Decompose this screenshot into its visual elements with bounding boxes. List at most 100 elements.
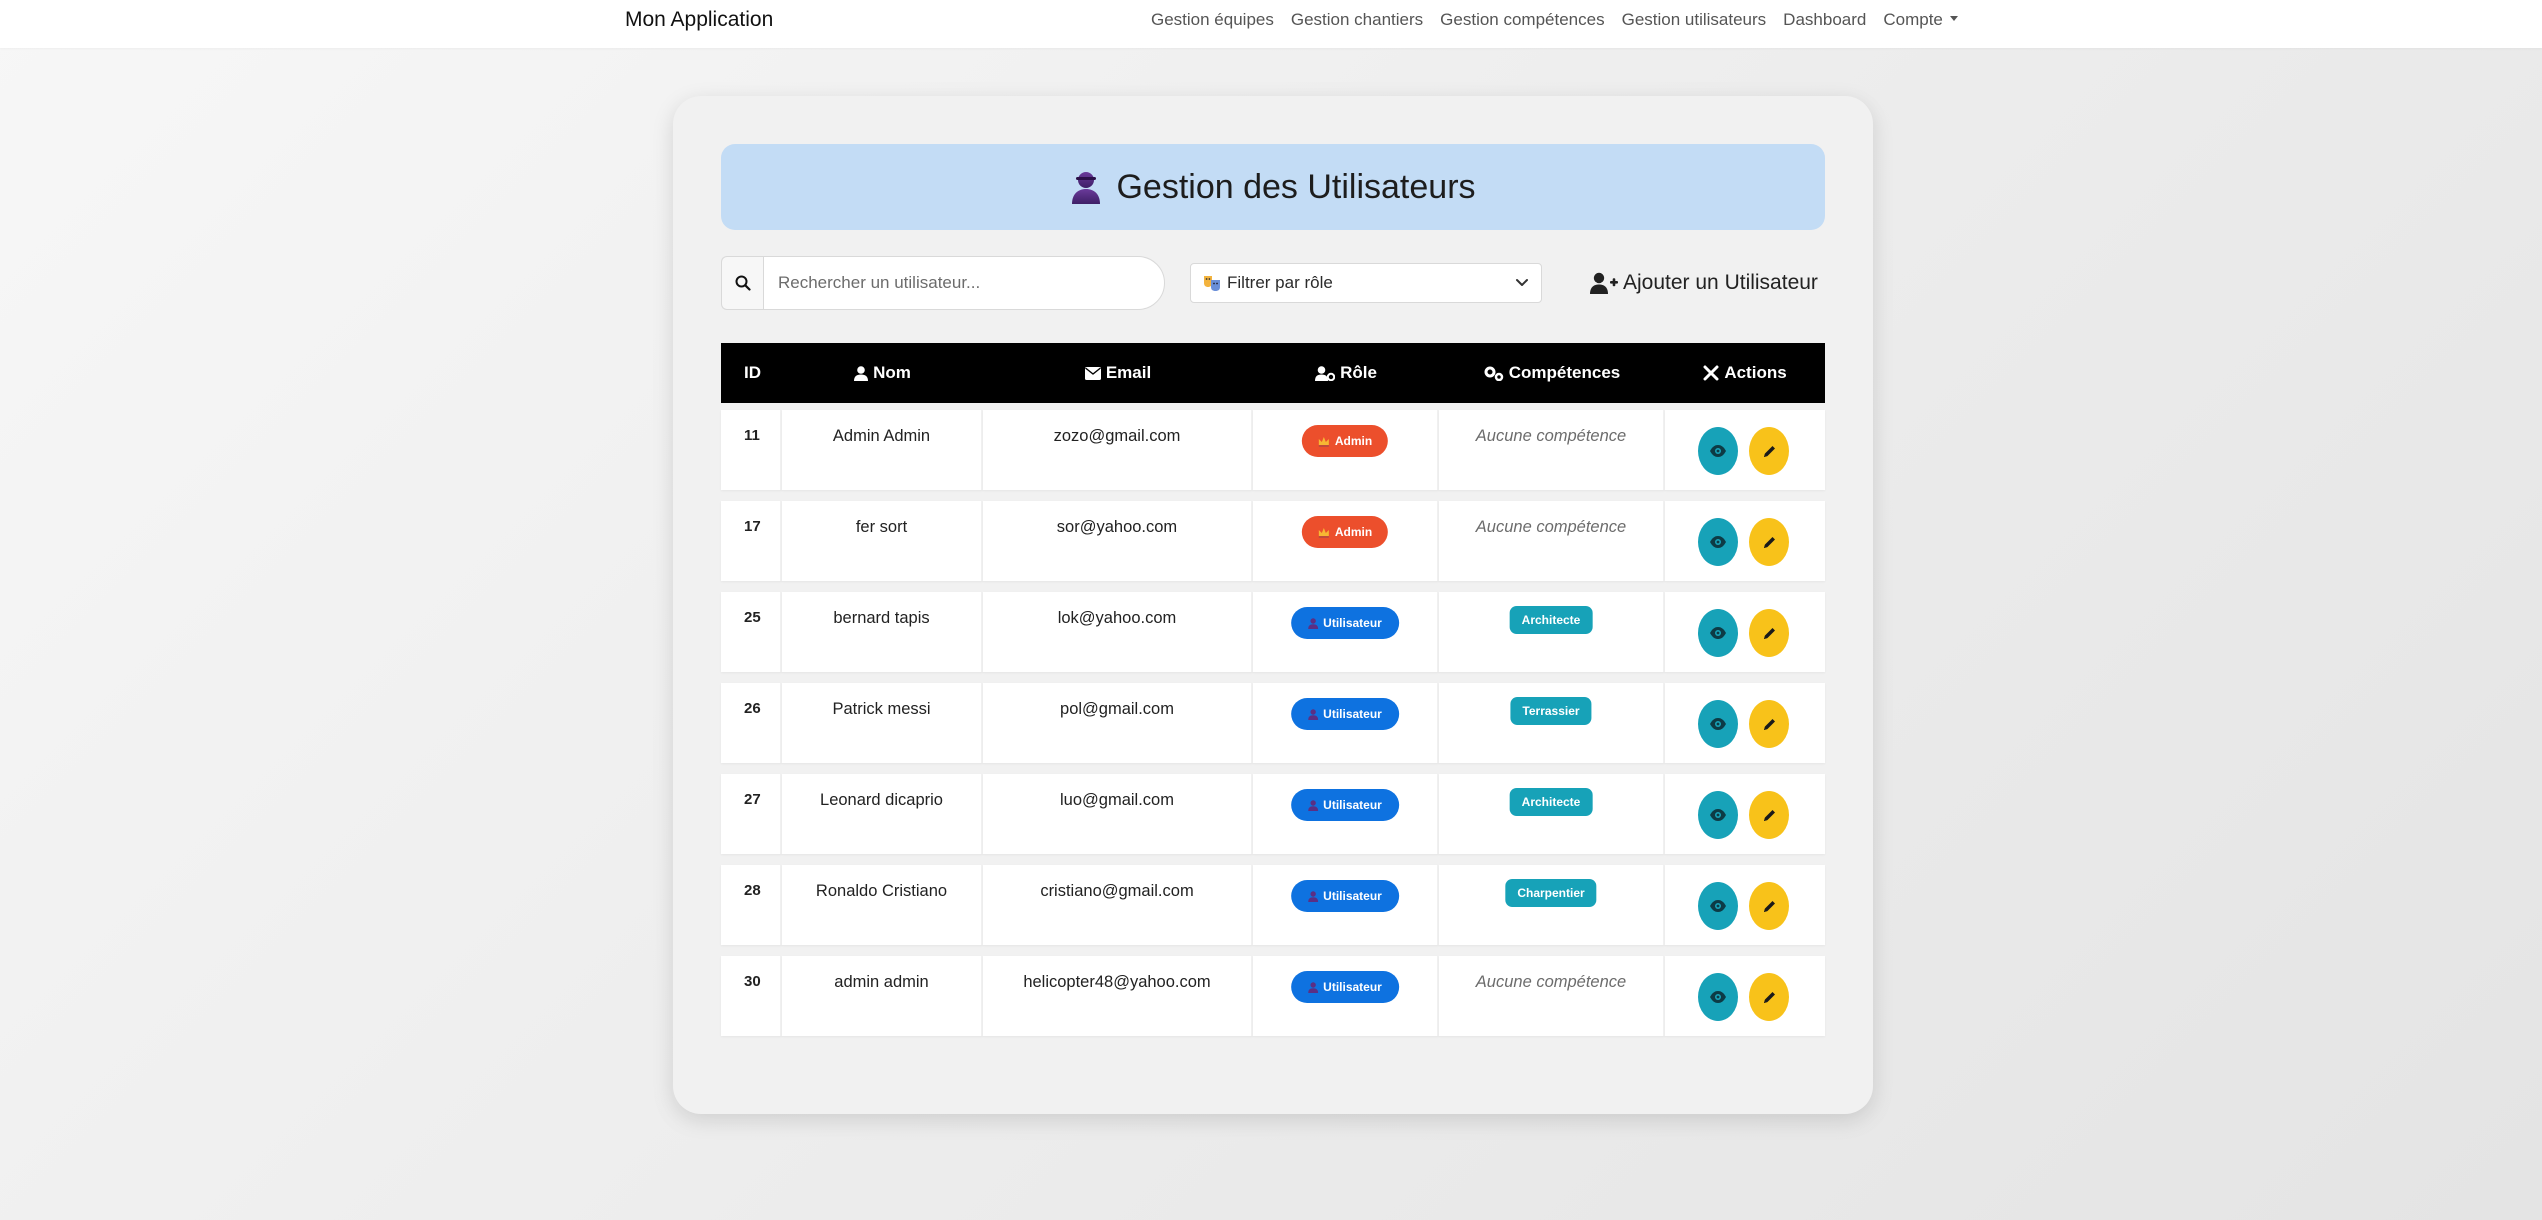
edit-user-button[interactable] [1749, 973, 1789, 1021]
user-email: lok@yahoo.com [1057, 609, 1177, 627]
role-badge-user: Utilisateur [1291, 607, 1399, 639]
cell-role: Admin [1253, 501, 1439, 581]
view-user-button[interactable] [1698, 791, 1738, 839]
no-competence-text: Aucune compétence [1475, 973, 1627, 991]
header-nom-label: Nom [873, 363, 911, 382]
cell-email: helicopter48@yahoo.com [983, 956, 1253, 1036]
header-competences[interactable]: Compétences [1439, 343, 1665, 403]
header-id[interactable]: ID [721, 343, 782, 403]
competence-badge: Terrassier [1510, 697, 1592, 725]
user-icon [1308, 890, 1319, 902]
eye-icon [1710, 809, 1726, 821]
table-row: 25 bernard tapis lok@yahoo.com Utilisateur A… [721, 592, 1825, 672]
cell-id: 17 [721, 501, 782, 581]
view-user-button[interactable] [1698, 518, 1738, 566]
edit-user-button[interactable] [1749, 700, 1789, 748]
navbar: Mon Application Gestion équipes Gestion … [0, 0, 2542, 48]
nav-link-gestion-equipes[interactable]: Gestion équipes [1151, 9, 1282, 31]
cell-competences: Architecte [1439, 774, 1665, 854]
cell-competences: Charpentier [1439, 865, 1665, 945]
header-nom[interactable]: Nom [782, 343, 983, 403]
table-row: 30 admin admin helicopter48@yahoo.com Utili… [721, 956, 1825, 1036]
cell-id: 26 [721, 683, 782, 763]
view-user-button[interactable] [1698, 882, 1738, 930]
caret-down-icon [1949, 16, 1958, 22]
user-email: luo@gmail.com [1060, 791, 1174, 809]
account-dropdown[interactable]: Compte [1875, 9, 1967, 31]
user-name: Leonard dicaprio [820, 791, 943, 809]
header-actions[interactable]: Actions [1665, 343, 1825, 403]
view-user-button[interactable] [1698, 609, 1738, 657]
no-competence-text: Aucune compétence [1475, 518, 1627, 536]
page-title: Gestion des Utilisateurs [1116, 167, 1476, 206]
user-id: 27 [744, 791, 761, 808]
page-header: Gestion des Utilisateurs [721, 144, 1825, 230]
pencil-icon [1763, 991, 1775, 1003]
header-role[interactable]: Rôle [1253, 343, 1439, 403]
user-name: Admin Admin [832, 427, 931, 445]
cell-id: 11 [721, 410, 782, 490]
cell-email: zozo@gmail.com [983, 410, 1253, 490]
role-label: Admin [1334, 434, 1373, 448]
edit-user-button[interactable] [1749, 427, 1789, 475]
cell-id: 25 [721, 592, 782, 672]
view-user-button[interactable] [1698, 973, 1738, 1021]
user-name: admin admin [834, 973, 929, 991]
role-badge-admin: Admin [1301, 516, 1389, 548]
masks-icon [1204, 276, 1220, 291]
cell-role: Utilisateur [1253, 774, 1439, 854]
view-user-button[interactable] [1698, 700, 1738, 748]
users-card: Gestion des Utilisateurs Filtrer par rôl… [673, 96, 1873, 1114]
edit-user-button[interactable] [1749, 791, 1789, 839]
cell-email: cristiano@gmail.com [983, 865, 1253, 945]
nav-link-gestion-utilisateurs[interactable]: Gestion utilisateurs [1613, 9, 1775, 31]
tools-icon [1703, 365, 1719, 381]
header-email[interactable]: Email [983, 343, 1253, 403]
edit-user-button[interactable] [1749, 882, 1789, 930]
user-icon [1308, 799, 1319, 811]
pencil-icon [1763, 536, 1775, 548]
eye-icon [1710, 536, 1726, 548]
search-icon [735, 275, 751, 291]
user-email: sor@yahoo.com [1056, 518, 1178, 536]
crown-icon [1318, 436, 1329, 447]
cell-competences: Aucune compétence [1439, 956, 1665, 1036]
eye-icon [1710, 445, 1726, 457]
header-role-label: Rôle [1340, 363, 1377, 382]
cell-id: 27 [721, 774, 782, 854]
cell-id: 28 [721, 865, 782, 945]
account-dropdown-label: Compte [1883, 10, 1943, 29]
user-id: 26 [744, 700, 761, 717]
header-email-label: Email [1105, 363, 1152, 382]
table-row: 27 Leonard dicaprio luo@gmail.com Utilisate… [721, 774, 1825, 854]
nav-link-gestion-competences[interactable]: Gestion compétences [1432, 9, 1613, 31]
user-id: 17 [744, 518, 761, 535]
cell-nom: fer sort [782, 501, 983, 581]
table-row: 17 fer sort sor@yahoo.com Admin Aucune compé… [721, 501, 1825, 581]
view-user-button[interactable] [1698, 427, 1738, 475]
edit-user-button[interactable] [1749, 518, 1789, 566]
cell-nom: admin admin [782, 956, 983, 1036]
table-row: 28 Ronaldo Cristiano cristiano@gmail.com Ut… [721, 865, 1825, 945]
table-header: ID Nom Email Rôle Compétences Actions [721, 343, 1825, 403]
cell-role: Utilisateur [1253, 865, 1439, 945]
cell-role: Utilisateur [1253, 956, 1439, 1036]
crown-icon [1318, 527, 1329, 538]
user-id: 11 [744, 427, 760, 444]
brand-link[interactable]: Mon Application [625, 8, 773, 32]
cell-id: 30 [721, 956, 782, 1036]
edit-user-button[interactable] [1749, 609, 1789, 657]
eye-icon [1710, 991, 1726, 1003]
nav-link-dashboard[interactable]: Dashboard [1775, 9, 1875, 31]
competence-badge: Architecte [1509, 788, 1593, 816]
cell-email: sor@yahoo.com [983, 501, 1253, 581]
table-body: 11 Admin Admin zozo@gmail.com Admin Aucune c… [721, 410, 1825, 1047]
role-filter-select[interactable]: Filtrer par rôle [1190, 263, 1542, 303]
nav-link-gestion-chantiers[interactable]: Gestion chantiers [1282, 9, 1431, 31]
role-badge-user: Utilisateur [1291, 698, 1399, 730]
add-user-button[interactable]: Ajouter un Utilisateur [1590, 261, 1818, 305]
cell-competences: Terrassier [1439, 683, 1665, 763]
no-competence-text: Aucune compétence [1475, 427, 1627, 445]
search-input[interactable] [763, 256, 1165, 310]
role-badge-user: Utilisateur [1291, 880, 1399, 912]
